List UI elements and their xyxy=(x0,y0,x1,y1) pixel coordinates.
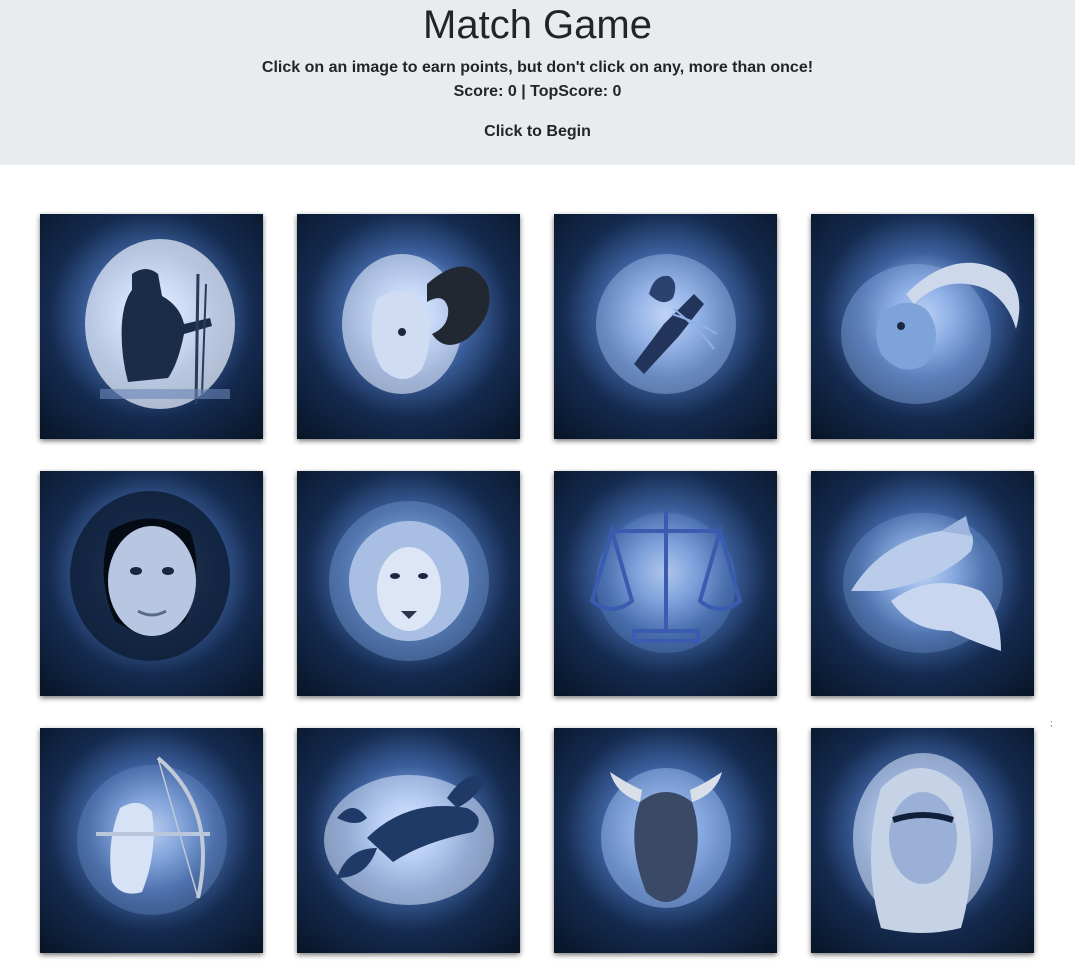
libra-icon xyxy=(589,511,743,653)
scorpio-icon xyxy=(324,775,494,905)
card-aquarius[interactable] xyxy=(40,214,263,439)
card-capricorn[interactable] xyxy=(811,214,1034,439)
game-header: Match Game Click on an image to earn poi… xyxy=(0,0,1075,165)
card-cancer[interactable] xyxy=(554,214,777,439)
pisces-icon xyxy=(843,513,1003,653)
cancer-icon xyxy=(596,254,736,394)
top-score-label: TopScore: xyxy=(530,83,613,100)
aries-icon xyxy=(342,254,490,394)
virgo-icon xyxy=(853,753,993,933)
instructions-text: Click on an image to earn points, but do… xyxy=(261,59,814,76)
card-virgo[interactable] xyxy=(811,728,1034,953)
taurus-icon xyxy=(601,768,731,908)
gemini-icon xyxy=(70,491,230,661)
card-taurus[interactable] xyxy=(554,728,777,953)
card-leo[interactable] xyxy=(297,471,520,696)
card-scorpio[interactable] xyxy=(297,728,520,953)
score-line: Score: 0 | TopScore: 0 xyxy=(0,82,1075,102)
card-sagittarius[interactable] xyxy=(40,728,263,953)
leo-icon xyxy=(329,501,489,661)
card-libra[interactable] xyxy=(554,471,777,696)
status-message: Click to Begin xyxy=(484,123,591,140)
top-score-value: 0 xyxy=(612,83,622,100)
card-pisces[interactable] xyxy=(811,471,1034,696)
score-value: 0 xyxy=(507,83,517,100)
card-gemini[interactable] xyxy=(40,471,263,696)
stray-semicolon: ; xyxy=(1050,718,1053,728)
card-aries[interactable] xyxy=(297,214,520,439)
page-title: Match Game xyxy=(423,3,652,47)
score-separator: | xyxy=(516,83,531,100)
capricorn-icon xyxy=(841,262,1020,404)
aquarius-icon xyxy=(85,239,235,409)
sagittarius-icon xyxy=(77,756,227,915)
score-label: Score: xyxy=(453,83,508,100)
